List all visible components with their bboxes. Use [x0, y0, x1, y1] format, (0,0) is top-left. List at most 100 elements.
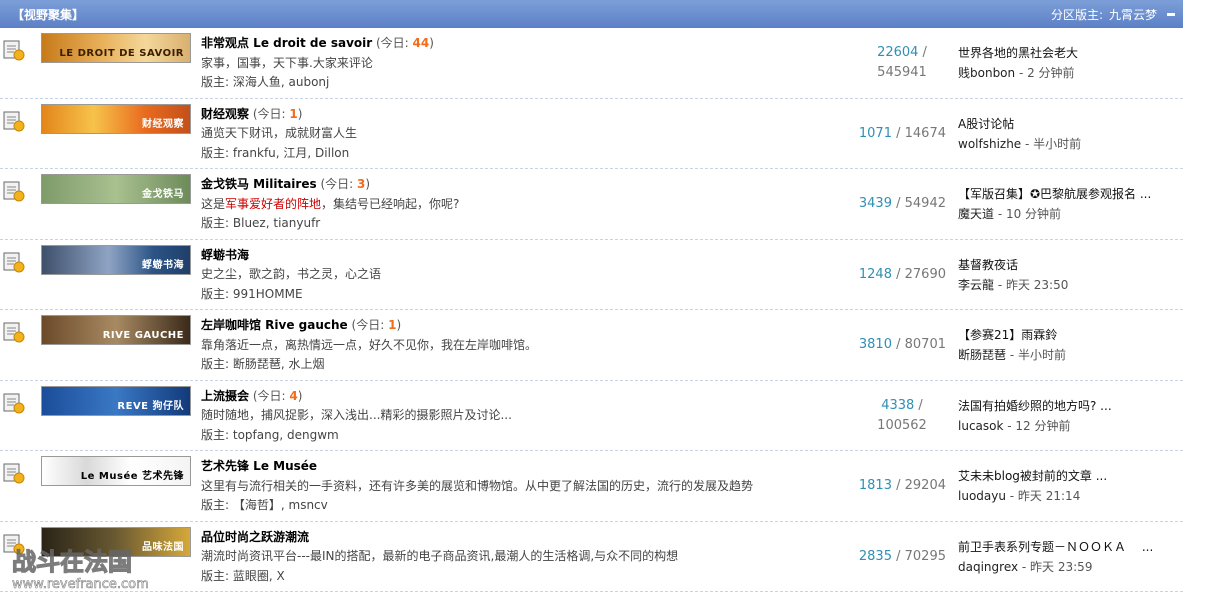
forum-description-part[interactable]: 军事爱好者的阵地 [225, 197, 321, 211]
moderator-links[interactable]: 断肠琵琶, 水上烟 [233, 357, 325, 371]
forum-stats-values: 1071 / 14674 [859, 124, 946, 144]
forum-status-icon [2, 461, 25, 484]
forum-stats: 4338 / 100562 [862, 381, 942, 451]
today-count-prefix: (今日: [252, 106, 290, 121]
last-post-user-link[interactable]: 魔天道 [958, 207, 994, 221]
last-post-title-link[interactable]: A股讨论帖 [958, 114, 1178, 134]
forum-banner[interactable]: RIVE GAUCHE [41, 315, 191, 345]
last-post-user-link[interactable]: 李云龍 [958, 278, 994, 292]
moderator-links[interactable]: Bluez, tianyufr [233, 216, 320, 230]
last-post-title-link[interactable]: 艾未未blog被封前的文章 ... [958, 466, 1178, 486]
topic-count: 4338 [881, 397, 915, 413]
last-post: 世界各地的黑社会老大 贱bonbon - 2 分钟前 [958, 28, 1178, 98]
forum-name-link[interactable]: 蜉蝣书海 [201, 248, 249, 262]
last-post-user-link[interactable]: daqingrex [958, 560, 1018, 574]
moderator-links[interactable]: 深海人鱼, aubonj [233, 75, 330, 89]
forum-banner[interactable]: Le Musée 艺术先锋 [41, 456, 191, 486]
moderator-links[interactable]: 蓝眼圈, X [233, 569, 285, 583]
last-post-title-link[interactable]: 【参赛21】雨霖鈴 [958, 325, 1178, 345]
category-moderator-link[interactable]: 九霄云梦 [1109, 6, 1157, 23]
last-post-user-link[interactable]: 断肠琵琶 [958, 348, 1006, 362]
forum-status-icon [2, 391, 25, 413]
stats-separator: / [891, 125, 905, 141]
topic-count: 2835 [858, 548, 892, 564]
last-post: 【参赛21】雨霖鈴 断肠琵琶 - 半小时前 [958, 310, 1178, 380]
today-count: (今日: 1) [348, 318, 402, 332]
post-count: 29204 [904, 478, 946, 493]
forum-name-link[interactable]: 左岸咖啡馆 Rive gauche [201, 318, 348, 332]
last-post-title-link[interactable]: 前卫手表系列专题－ＮＯＯＫＡ ... [958, 537, 1178, 557]
forum-row: LE DROIT DE SAVOIR 非常观点 Le droit de savoi… [0, 28, 1183, 99]
forum-moderators: 版主: 断肠琵琶, 水上烟 [201, 355, 801, 375]
post-count: 54942 [904, 196, 946, 211]
forum-description-part: 这是 [201, 196, 226, 211]
forum-banner-text: LE DROIT DE SAVOIR [59, 48, 184, 59]
last-post-meta: luodayu - 昨天 21:14 [958, 486, 1178, 506]
last-post-time: - 昨天 23:59 [1018, 559, 1093, 574]
forum-status-icon [2, 109, 25, 131]
collapse-icon[interactable] [1167, 12, 1175, 16]
topic-count: 3810 [858, 337, 892, 352]
today-count-suffix: ) [396, 318, 402, 332]
forum-description-part: 随时随地，捕风捉影，深入浅出...精彩的摄影照片及讨论... [201, 408, 512, 422]
forum-description-part: 通览天下财讯，成就财富人生 [201, 126, 358, 140]
stats-separator: / [918, 45, 927, 60]
forum-description: 家事，国事，天下事.大家来评论 [201, 54, 801, 74]
last-post-title-link[interactable]: 世界各地的黑社会老大 [958, 43, 1178, 63]
forum-name-link[interactable]: 品位时尚之跃游潮流 [201, 530, 309, 544]
svg-text:战斗在法国: 战斗在法国 [12, 548, 132, 576]
forum-banner[interactable]: 蜉蝣书海 [41, 244, 191, 275]
last-post-time: - 10 分钟前 [994, 207, 1062, 221]
forum-description-part: 靠角落近一点，离热情远一点，好久不见你，我在左岸咖啡馆。 [201, 337, 538, 352]
today-count-value: 44 [412, 36, 430, 50]
category-title[interactable]: 【视野聚集】 [12, 6, 84, 23]
forum-row: Le Musée 艺术先锋 艺术先锋 Le Musée 这里有与流行相关的一手资料，… [0, 451, 1183, 522]
forum-banner[interactable]: LE DROIT DE SAVOIR [41, 33, 191, 63]
forum-info: 左岸咖啡馆 Rive gauche (今日: 1) 靠角落近一点，离热情远一点，好… [201, 316, 801, 375]
forum-description: 靠角落近一点，离热情远一点，好久不见你，我在左岸咖啡馆。 [201, 336, 801, 356]
forum-name-link[interactable]: 财经观察 [201, 107, 249, 121]
today-count-prefix: (今日: [320, 177, 357, 191]
stats-separator: / [914, 397, 923, 413]
forum-stats-values: 2835 / 70295 [859, 547, 946, 567]
site-watermark: 战斗在法国 www.revefrance.com [8, 540, 158, 595]
last-post-user-link[interactable]: 贱bonbon [958, 66, 1015, 80]
moderator-links[interactable]: 【海哲】, msncv [233, 498, 328, 512]
forum-row: 品味法国 品位时尚之跃游潮流 潮流时尚资讯平台---最IN的搭配，最新的电子商品资讯… [0, 522, 1183, 592]
forum-name-link[interactable]: 艺术先锋 Le Musée [201, 459, 317, 473]
today-count: (今日: 4) [249, 389, 303, 403]
forum-stats: 22604 / 545941 [862, 28, 942, 98]
last-post-user-link[interactable]: luodayu [958, 489, 1006, 503]
forum-name-link[interactable]: 金戈铁马 Militaires [201, 177, 317, 191]
forum-name-link[interactable]: 上流摄会 [201, 389, 249, 403]
forum-stats: 1813 / 29204 [830, 451, 946, 521]
moderators-label: 版主: [201, 498, 230, 512]
moderator-links[interactable]: 991HOMME [233, 287, 303, 301]
last-post-user-link[interactable]: wolfshizhe [958, 137, 1021, 151]
last-post-title-link[interactable]: 法国有拍婚纱照的地方吗? ... [958, 396, 1178, 416]
forum-banner[interactable]: 财经观察 [41, 103, 191, 134]
forum-status-icon [2, 38, 25, 61]
last-post-user-link[interactable]: lucasok [958, 419, 1003, 433]
last-post: 法国有拍婚纱照的地方吗? ... lucasok - 12 分钟前 [958, 381, 1178, 451]
moderator-links[interactable]: frankfu, 江月, Dillon [233, 146, 349, 160]
moderators-label: 版主: [201, 568, 230, 583]
stats-separator: / [891, 478, 905, 493]
today-count-suffix: ) [429, 36, 434, 50]
last-post-time: - 12 分钟前 [1003, 418, 1071, 433]
category-moderators-label: 分区版主: [1050, 7, 1103, 22]
forum-banner[interactable]: 金戈铁马 [41, 174, 191, 204]
forum-name-link[interactable]: 非常观点 Le droit de savoir [201, 36, 372, 50]
moderator-links[interactable]: topfang, dengwm [233, 428, 339, 442]
last-post: 艾未未blog被封前的文章 ... luodayu - 昨天 21:14 [958, 451, 1178, 521]
forum-moderators: 版主: topfang, dengwm [201, 426, 801, 446]
last-post-meta: 魔天道 - 10 分钟前 [958, 204, 1178, 224]
forum-title-line: 金戈铁马 Militaires (今日: 3) [201, 175, 801, 195]
forum-moderators: 版主: 【海哲】, msncv [201, 496, 801, 516]
last-post-title-link[interactable]: 【军版召集】✪巴黎航展参观报名 ... [958, 184, 1178, 204]
last-post-title-link[interactable]: 基督教夜话 [958, 255, 1178, 275]
last-post-time: - 昨天 21:14 [1005, 489, 1081, 503]
forum-description: 通览天下财讯，成就财富人生 [201, 124, 801, 144]
forum-banner[interactable]: REVE 狗仔队 [41, 385, 191, 416]
forum-title-line: 非常观点 Le droit de savoir (今日: 44) [201, 34, 801, 54]
